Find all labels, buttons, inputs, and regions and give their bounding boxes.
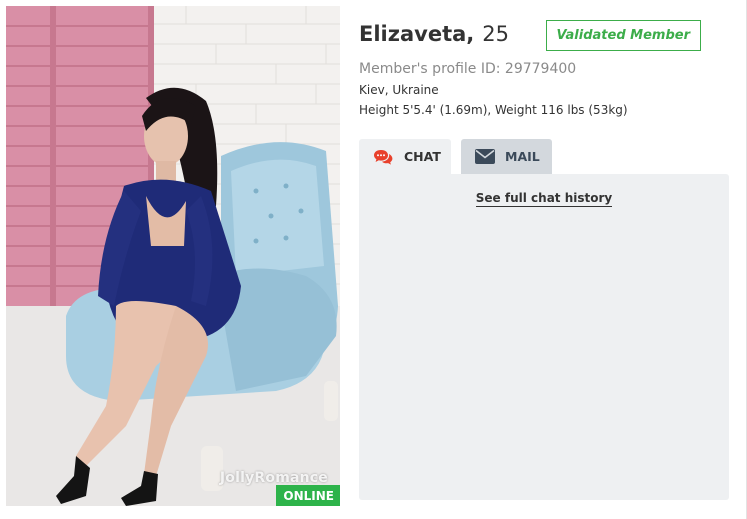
tab-chat-label: CHAT bbox=[404, 149, 441, 164]
profile-id: Member's profile ID: 29779400 bbox=[359, 61, 577, 77]
tab-mail-label: MAIL bbox=[505, 149, 540, 164]
profile-card: JollyRomance ONLINE Elizaveta, 25 Validat… bbox=[0, 0, 747, 519]
member-name: Elizaveta, bbox=[359, 22, 475, 46]
member-location: Kiev, Ukraine bbox=[359, 83, 439, 97]
envelope-icon bbox=[475, 149, 495, 164]
chat-panel: See full chat history bbox=[359, 174, 729, 500]
validated-member-badge: Validated Member bbox=[546, 20, 701, 51]
tab-mail[interactable]: MAIL bbox=[461, 139, 552, 174]
name-age-row: Elizaveta, 25 bbox=[359, 22, 509, 52]
tab-chat[interactable]: CHAT bbox=[359, 139, 451, 174]
online-status-badge: ONLINE bbox=[276, 485, 340, 506]
profile-photo[interactable]: JollyRomance ONLINE bbox=[6, 6, 340, 506]
see-full-chat-history-link[interactable]: See full chat history bbox=[475, 191, 613, 207]
photo-watermark: JollyRomance bbox=[219, 470, 328, 486]
profile-photo-illustration bbox=[6, 6, 340, 506]
member-age: 25 bbox=[482, 22, 509, 46]
member-measurements: Height 5'5.4' (1.69m), Weight 116 lbs (5… bbox=[359, 103, 628, 117]
chat-history-link-wrapper: See full chat history bbox=[359, 191, 729, 207]
chat-bubbles-icon bbox=[374, 149, 394, 165]
